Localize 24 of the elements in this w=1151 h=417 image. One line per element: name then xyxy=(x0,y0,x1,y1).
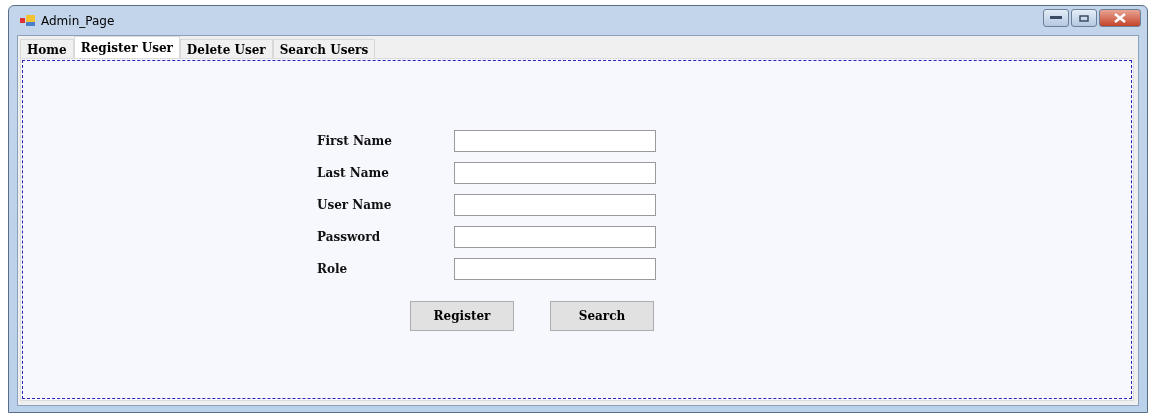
field-label: Last Name xyxy=(317,166,390,180)
window-title: Admin_Page xyxy=(41,13,115,28)
maximize-icon xyxy=(1079,14,1089,22)
input-field[interactable] xyxy=(454,226,656,248)
field-label: First Name xyxy=(317,134,393,148)
field-label: Password xyxy=(317,230,382,244)
tab[interactable]: Home xyxy=(20,39,74,58)
field-label: Role xyxy=(317,262,349,276)
register-button[interactable]: Register xyxy=(410,301,514,331)
close-icon xyxy=(1113,13,1127,23)
input-field[interactable] xyxy=(454,258,656,280)
maximize-button[interactable] xyxy=(1071,9,1097,27)
tab[interactable]: Delete User xyxy=(179,39,273,58)
minimize-button[interactable] xyxy=(1043,9,1069,27)
input-field[interactable] xyxy=(454,194,656,216)
tab[interactable]: Register User xyxy=(73,36,180,58)
tab[interactable]: Search Users xyxy=(272,39,376,58)
input-field[interactable] xyxy=(454,162,656,184)
close-button[interactable] xyxy=(1099,9,1141,27)
minimize-icon xyxy=(1050,16,1062,20)
search-button[interactable]: Search xyxy=(550,301,654,331)
app-icon xyxy=(20,15,35,26)
field-label: User Name xyxy=(317,198,393,212)
input-field[interactable] xyxy=(454,130,656,152)
